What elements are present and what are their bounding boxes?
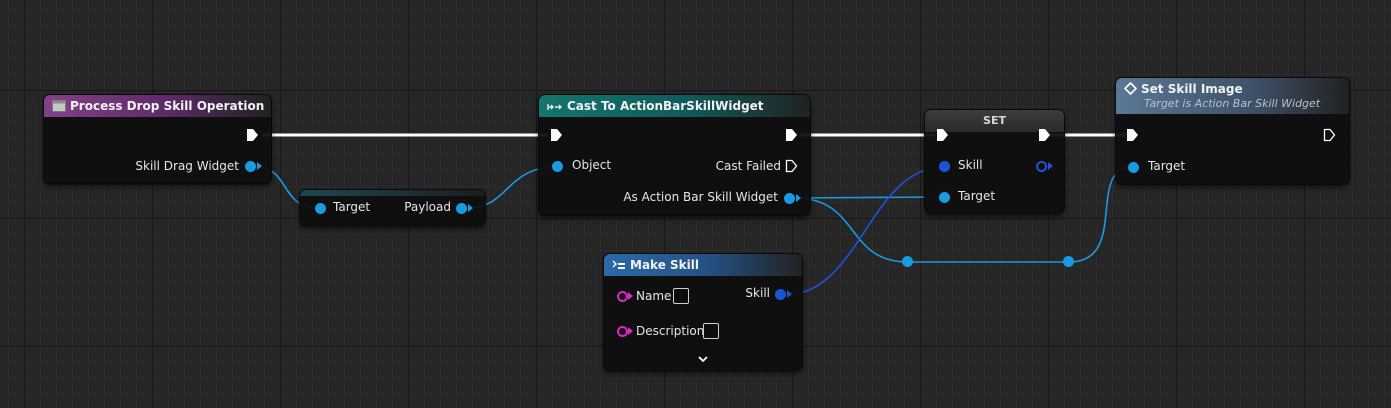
skill-drag-widget-pin[interactable]	[245, 161, 256, 172]
get-payload-header-strip	[300, 190, 485, 196]
exec-out-pin[interactable]	[785, 128, 798, 142]
node-title: SET	[983, 114, 1006, 127]
wire-as-widget-to-set-target[interactable]	[794, 196, 945, 199]
make-skill-header[interactable]: Make Skill	[604, 254, 802, 276]
cast-failed-label: Cast Failed	[715, 159, 781, 173]
exec-in-pin[interactable]	[936, 128, 949, 142]
pin-arrow-icon	[257, 162, 262, 170]
pin-arrow-icon	[628, 292, 633, 300]
set-skill-label: Skill	[958, 158, 983, 172]
description-pin[interactable]	[617, 326, 628, 337]
cast-node[interactable]: Cast To ActionBarSkillWidget Object Cast…	[539, 95, 810, 215]
pin-arrow-icon	[628, 327, 633, 335]
reroute-node[interactable]	[902, 256, 913, 267]
node-title: Cast To ActionBarSkillWidget	[567, 99, 764, 113]
exec-out-pin[interactable]	[1323, 128, 1336, 142]
make-skill-output-pin[interactable]	[775, 289, 786, 300]
pin-arrow-icon	[1048, 162, 1053, 170]
reroute-node[interactable]	[1063, 256, 1074, 267]
name-pin[interactable]	[617, 291, 628, 302]
exec-in-pin[interactable]	[550, 128, 563, 142]
get-payload-target-pin[interactable]	[315, 203, 326, 214]
name-text-input[interactable]	[673, 288, 689, 304]
node-title: Process Drop Skill Operation	[70, 99, 265, 113]
set-target-pin[interactable]	[939, 192, 950, 203]
set-skill-pin[interactable]	[939, 161, 950, 172]
pin-arrow-icon	[787, 290, 792, 298]
cast-node-header[interactable]: Cast To ActionBarSkillWidget	[539, 95, 810, 117]
as-widget-pin[interactable]	[784, 193, 795, 204]
object-pin[interactable]	[552, 161, 563, 172]
cast-failed-exec-pin[interactable]	[785, 159, 798, 173]
description-text-input[interactable]	[703, 323, 719, 339]
pin-arrow-icon	[468, 204, 473, 212]
make-skill-output-label: Skill	[745, 286, 770, 300]
process-drop-skill-header[interactable]: Process Drop Skill Operation	[44, 95, 271, 117]
make-struct-icon	[612, 260, 625, 269]
exec-out-pin[interactable]	[1038, 128, 1051, 142]
get-payload-node[interactable]: Target Payload	[300, 190, 485, 225]
node-title: Make Skill	[630, 258, 699, 272]
pin-arrow-icon	[796, 194, 801, 202]
set-skill-image-target-pin[interactable]	[1128, 162, 1139, 173]
payload-pin[interactable]	[456, 203, 467, 214]
expand-chevron-icon[interactable]	[697, 355, 709, 363]
set-target-label: Target	[958, 189, 996, 203]
node-title: Set Skill Image	[1141, 82, 1243, 96]
get-payload-target-label: Target	[333, 200, 371, 214]
name-label: Name	[636, 289, 672, 303]
object-label: Object	[572, 158, 612, 172]
process-drop-skill-node[interactable]: Process Drop Skill Operation Skill Drag …	[44, 95, 271, 183]
node-subtitle: Target is Action Bar Skill Widget	[1144, 97, 1321, 110]
set-node[interactable]: SET Skill Target	[925, 110, 1064, 213]
description-label: Description	[636, 324, 705, 338]
set-skill-image-target-label: Target	[1148, 159, 1186, 173]
as-widget-label: As Action Bar Skill Widget	[623, 190, 778, 204]
function-icon	[52, 100, 66, 112]
cast-icon	[547, 104, 562, 110]
make-skill-node[interactable]: Make Skill Name Skill Description	[604, 254, 802, 370]
skill-drag-widget-label: Skill Drag Widget	[135, 159, 239, 173]
exec-out-pin[interactable]	[246, 128, 259, 142]
set-skill-image-node[interactable]: Set Skill Image Target is Action Bar Ski…	[1116, 78, 1349, 184]
exec-in-pin[interactable]	[1126, 128, 1139, 142]
payload-label: Payload	[404, 200, 451, 214]
function-diamond-icon	[1124, 82, 1137, 95]
set-skill-image-header[interactable]: Set Skill Image Target is Action Bar Ski…	[1116, 78, 1349, 114]
set-skill-out-pin[interactable]	[1036, 161, 1047, 172]
